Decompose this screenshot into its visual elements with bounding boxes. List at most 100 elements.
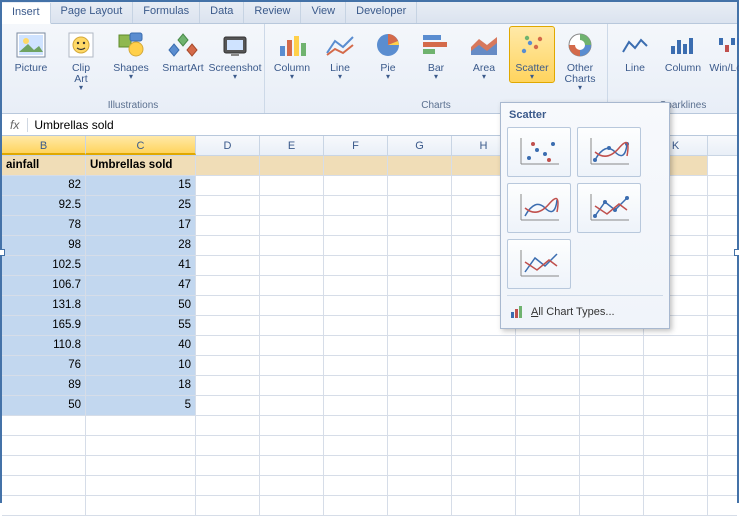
cell[interactable]: 78: [2, 216, 86, 235]
cell[interactable]: ainfall: [2, 156, 86, 175]
cell[interactable]: [260, 156, 324, 175]
cell[interactable]: [644, 396, 708, 415]
cell[interactable]: [86, 456, 196, 475]
cell[interactable]: [324, 236, 388, 255]
cell[interactable]: [324, 396, 388, 415]
tab-review[interactable]: Review: [244, 2, 301, 23]
cell[interactable]: [260, 436, 324, 455]
cell[interactable]: [260, 196, 324, 215]
cell[interactable]: [516, 496, 580, 515]
selection-handle[interactable]: [0, 249, 5, 256]
cell[interactable]: [580, 396, 644, 415]
cell[interactable]: [196, 416, 260, 435]
cell[interactable]: [2, 436, 86, 455]
cell[interactable]: [388, 336, 452, 355]
cell[interactable]: [196, 476, 260, 495]
cell[interactable]: [86, 436, 196, 455]
cell[interactable]: [580, 356, 644, 375]
cell[interactable]: [260, 316, 324, 335]
cell[interactable]: [196, 396, 260, 415]
cell[interactable]: [452, 476, 516, 495]
cell[interactable]: [324, 256, 388, 275]
scatter-straight-markers-option[interactable]: [577, 183, 641, 233]
bar-chart-button[interactable]: Bar ▾: [413, 26, 459, 83]
cell[interactable]: 15: [86, 176, 196, 195]
cell[interactable]: [644, 496, 708, 515]
cell[interactable]: 25: [86, 196, 196, 215]
cell[interactable]: [260, 396, 324, 415]
cell[interactable]: [388, 436, 452, 455]
cell[interactable]: 5: [86, 396, 196, 415]
cell[interactable]: 106.7: [2, 276, 86, 295]
cell[interactable]: [260, 276, 324, 295]
cell[interactable]: [324, 376, 388, 395]
cell[interactable]: [324, 336, 388, 355]
cell[interactable]: [516, 416, 580, 435]
cell[interactable]: [516, 396, 580, 415]
cell[interactable]: [196, 436, 260, 455]
cell[interactable]: [260, 236, 324, 255]
tab-data[interactable]: Data: [200, 2, 244, 23]
cell[interactable]: [2, 416, 86, 435]
col-header-c[interactable]: C: [86, 136, 196, 155]
cell[interactable]: [388, 496, 452, 515]
selection-handle[interactable]: [734, 249, 739, 256]
scatter-smooth-markers-option[interactable]: [577, 127, 641, 177]
cell[interactable]: [196, 496, 260, 515]
col-header-f[interactable]: F: [324, 136, 388, 155]
tab-page-layout[interactable]: Page Layout: [51, 2, 134, 23]
smartart-button[interactable]: SmartArt: [158, 26, 208, 77]
cell[interactable]: [644, 456, 708, 475]
cell[interactable]: [260, 296, 324, 315]
cell[interactable]: 41: [86, 256, 196, 275]
tab-view[interactable]: View: [301, 2, 346, 23]
sparkline-column-button[interactable]: Column: [660, 26, 706, 77]
cell[interactable]: [644, 476, 708, 495]
cell[interactable]: 131.8: [2, 296, 86, 315]
cell[interactable]: [388, 296, 452, 315]
cell[interactable]: [388, 356, 452, 375]
clipart-button[interactable]: Clip Art ▾: [58, 26, 104, 94]
cell[interactable]: [388, 456, 452, 475]
cell[interactable]: [260, 336, 324, 355]
cell[interactable]: [580, 496, 644, 515]
cell[interactable]: [324, 156, 388, 175]
cell[interactable]: [260, 356, 324, 375]
cell[interactable]: [2, 456, 86, 475]
cell[interactable]: [196, 316, 260, 335]
cell[interactable]: [324, 476, 388, 495]
cell[interactable]: [516, 336, 580, 355]
cell[interactable]: [260, 496, 324, 515]
sparkline-winloss-button[interactable]: Win/Loss: [708, 26, 739, 77]
sparkline-line-button[interactable]: Line: [612, 26, 658, 77]
cell[interactable]: [196, 236, 260, 255]
cell[interactable]: [644, 436, 708, 455]
cell[interactable]: [388, 216, 452, 235]
cell[interactable]: 50: [86, 296, 196, 315]
cell[interactable]: [388, 316, 452, 335]
formula-bar-value[interactable]: Umbrellas sold: [28, 118, 119, 132]
cell[interactable]: 102.5: [2, 256, 86, 275]
scatter-chart-button[interactable]: Scatter ▾: [509, 26, 555, 83]
cell[interactable]: [452, 396, 516, 415]
all-chart-types-button[interactable]: All Chart Types...: [507, 302, 663, 322]
tab-insert[interactable]: Insert: [2, 3, 51, 24]
column-chart-button[interactable]: Column ▾: [269, 26, 315, 83]
cell[interactable]: [2, 476, 86, 495]
cell[interactable]: [516, 376, 580, 395]
cell[interactable]: [580, 336, 644, 355]
picture-button[interactable]: Picture: [6, 26, 56, 77]
cell[interactable]: [388, 196, 452, 215]
other-charts-button[interactable]: Other Charts ▾: [557, 26, 603, 94]
fx-icon[interactable]: fx: [2, 118, 28, 132]
cell[interactable]: [388, 416, 452, 435]
cell[interactable]: [580, 476, 644, 495]
cell[interactable]: [516, 476, 580, 495]
cell[interactable]: [260, 376, 324, 395]
cell[interactable]: [324, 416, 388, 435]
cell[interactable]: [86, 476, 196, 495]
cell[interactable]: [516, 436, 580, 455]
tab-developer[interactable]: Developer: [346, 2, 417, 23]
cell[interactable]: [580, 456, 644, 475]
tab-formulas[interactable]: Formulas: [133, 2, 200, 23]
